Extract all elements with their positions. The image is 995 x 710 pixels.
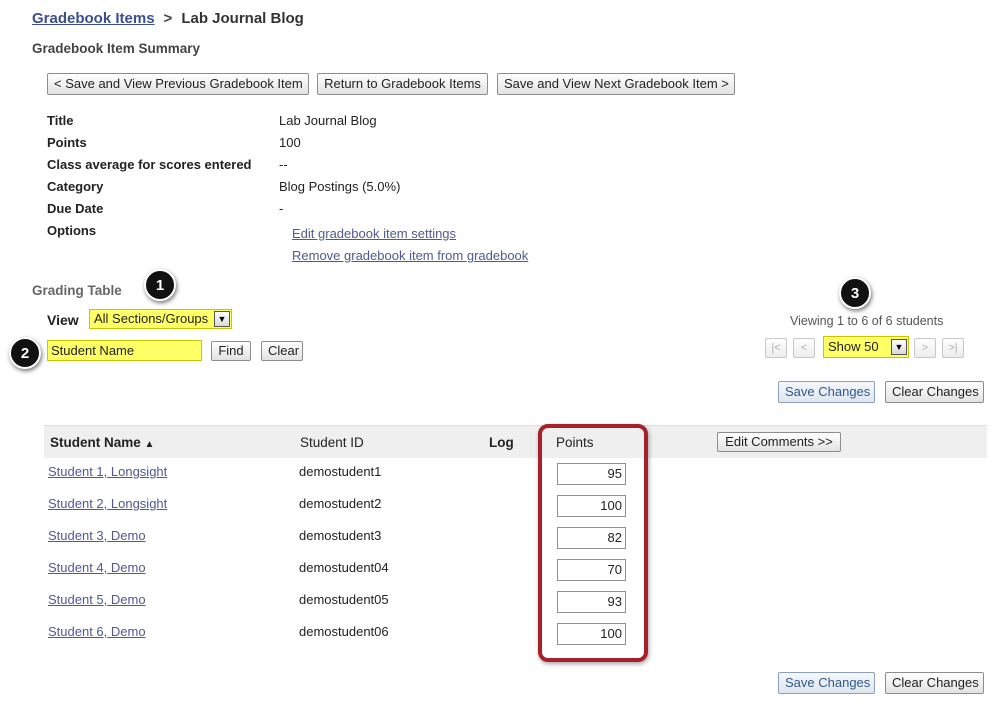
student-name-link[interactable]: Student 1, Longsight — [48, 464, 167, 479]
view-label: View — [47, 312, 79, 328]
class-average-value: -- — [279, 157, 288, 172]
save-changes-button-top[interactable]: Save Changes — [778, 381, 875, 403]
edit-comments-button[interactable]: Edit Comments >> — [717, 432, 841, 452]
clear-changes-button-bottom[interactable]: Clear Changes — [885, 672, 984, 694]
last-page-icon: >| — [948, 342, 958, 354]
chevron-down-icon: ▼ — [214, 311, 230, 327]
student-name-link[interactable]: Student 3, Demo — [48, 528, 146, 543]
points-value: 100 — [279, 135, 301, 150]
save-view-next-button[interactable]: Save and View Next Gradebook Item > — [497, 73, 735, 95]
callout-badge-2: 2 — [9, 337, 41, 369]
options-label: Options — [47, 223, 97, 238]
points-column-highlight — [538, 424, 648, 662]
clear-changes-button-top[interactable]: Clear Changes — [885, 381, 984, 403]
breadcrumb-gradebook-items-link[interactable]: Gradebook Items — [32, 10, 155, 27]
page-size-value: Show 50 — [828, 339, 879, 354]
student-id: demostudent06 — [299, 624, 389, 639]
column-header-log: Log — [489, 435, 514, 450]
previous-page-icon: < — [800, 342, 808, 354]
grading-table-heading: Grading Table — [32, 283, 122, 298]
next-page-icon: > — [921, 342, 929, 354]
column-header-student-name[interactable]: Student Name ▲ — [50, 435, 154, 450]
breadcrumb-separator: > — [163, 10, 173, 27]
chevron-down-icon: ▼ — [891, 339, 907, 355]
breadcrumb-current: Lab Journal Blog — [181, 10, 304, 27]
category-value: Blog Postings (5.0%) — [279, 179, 401, 194]
student-name-link[interactable]: Student 2, Longsight — [48, 496, 167, 511]
student-id: demostudent2 — [299, 496, 382, 511]
remove-item-link[interactable]: Remove gradebook item from gradebook — [292, 248, 528, 263]
points-label: Points — [47, 135, 87, 150]
edit-item-settings-link[interactable]: Edit gradebook item settings — [292, 226, 456, 241]
due-date-label: Due Date — [47, 201, 104, 216]
return-to-gradebook-items-button[interactable]: Return to Gradebook Items — [317, 73, 488, 95]
title-label: Title — [47, 113, 74, 128]
due-date-value: - — [279, 201, 284, 216]
callout-badge-1: 1 — [144, 269, 176, 301]
title-value: Lab Journal Blog — [279, 113, 377, 128]
first-page-icon: |< — [771, 342, 781, 354]
student-id: demostudent04 — [299, 560, 389, 575]
first-page-button[interactable]: |< — [765, 338, 787, 358]
grading-table-header: Student Name ▲ Student ID Log Points Edi… — [44, 425, 987, 458]
student-search-input[interactable]: Student Name — [47, 340, 202, 361]
column-header-student-id: Student ID — [300, 435, 364, 450]
section-filter-select[interactable]: All Sections/Groups ▼ — [89, 309, 232, 329]
last-page-button[interactable]: >| — [942, 338, 964, 358]
student-name-link[interactable]: Student 5, Demo — [48, 592, 146, 607]
previous-page-button[interactable]: < — [793, 338, 815, 358]
next-page-button[interactable]: > — [914, 338, 936, 358]
save-view-previous-button[interactable]: < Save and View Previous Gradebook Item — [47, 73, 309, 95]
find-button[interactable]: Find — [211, 341, 251, 361]
viewing-count-text: Viewing 1 to 6 of 6 students — [790, 314, 944, 328]
class-average-label: Class average for scores entered — [47, 157, 252, 172]
student-id: demostudent05 — [299, 592, 389, 607]
student-name-link[interactable]: Student 6, Demo — [48, 624, 146, 639]
summary-heading: Gradebook Item Summary — [32, 41, 201, 56]
student-name-link[interactable]: Student 4, Demo — [48, 560, 146, 575]
category-label: Category — [47, 179, 104, 194]
save-changes-button-bottom[interactable]: Save Changes — [778, 672, 875, 694]
section-filter-value: All Sections/Groups — [94, 311, 209, 326]
page-size-select[interactable]: Show 50 ▼ — [823, 336, 909, 358]
sort-ascending-icon: ▲ — [144, 439, 155, 450]
clear-search-button[interactable]: Clear — [261, 341, 303, 361]
breadcrumb: Gradebook Items > Lab Journal Blog — [32, 10, 304, 27]
callout-badge-3: 3 — [839, 277, 871, 309]
student-name-header-label: Student Name — [50, 435, 141, 450]
student-id: demostudent1 — [299, 464, 382, 479]
student-id: demostudent3 — [299, 528, 382, 543]
